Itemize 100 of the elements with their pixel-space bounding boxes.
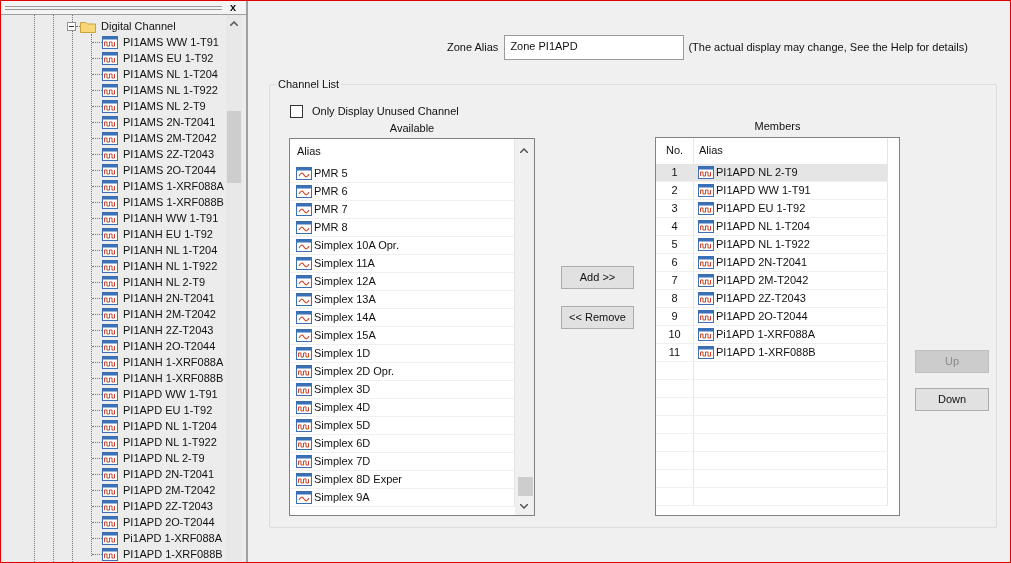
tree-item[interactable]: PI1AMS 2Z-T2043 [123, 145, 215, 163]
scrollbar[interactable] [515, 138, 534, 515]
scroll-thumb[interactable] [227, 111, 241, 183]
list-item[interactable]: Simplex 5D [290, 416, 515, 435]
tree-item[interactable]: Pi1APD 1-XRF088A [123, 529, 223, 547]
tree-item[interactable]: PI1ANH WW 1-T91 [123, 209, 219, 227]
zone-alias-field[interactable]: Zone PI1APD [504, 35, 685, 60]
list-item[interactable]: Simplex 8D Exper [290, 470, 515, 489]
tree-item[interactable]: PI1APD 2M-T2042 [123, 481, 216, 499]
square-wave-icon [102, 323, 118, 337]
tree-item[interactable]: PI1APD 2O-T2044 [123, 513, 215, 531]
tree-item[interactable]: PI1APD WW 1-T91 [123, 385, 218, 403]
square-wave-icon [102, 451, 118, 465]
table-row[interactable]: 4 PI1APD NL 1-T204 [656, 217, 888, 236]
table-row[interactable]: 8 PI1APD 2Z-T2043 [656, 289, 888, 308]
tree-item[interactable]: PI1AMS NL 1-T204 [123, 65, 218, 83]
table-row[interactable]: 5 PI1APD NL 1-T922 [656, 235, 888, 254]
tree-item[interactable]: PI1ANH 1-XRF088B [123, 369, 224, 387]
sine-wave-icon [296, 220, 312, 234]
table-cell: 4 [656, 217, 694, 235]
square-wave-icon [102, 275, 118, 289]
tree-item[interactable]: PI1APD 2Z-T2043 [123, 497, 213, 515]
close-button[interactable]: x [230, 2, 242, 13]
tree-item[interactable]: PI1AMS 2M-T2042 [123, 129, 217, 147]
list-item[interactable]: Simplex 14A [290, 308, 515, 327]
tree-item[interactable]: PI1ANH 2N-T2041 [123, 289, 215, 307]
tree-item[interactable]: PI1AMS 2N-T2041 [123, 113, 216, 131]
list-item[interactable]: Simplex 4D [290, 398, 515, 417]
list-item[interactable]: Simplex 9A [290, 488, 515, 507]
tree-item[interactable]: PI1ANH NL 2-T9 [123, 273, 206, 291]
square-wave-icon [102, 67, 118, 81]
scroll-thumb[interactable] [518, 476, 533, 496]
tree-item[interactable]: Digital Channel [101, 17, 176, 35]
zone-alias-label: Zone Alias [447, 40, 499, 56]
tree-item[interactable]: PI1APD 2N-T2041 [123, 465, 215, 483]
tree-item[interactable]: PI1AMS NL 2-T9 [123, 97, 206, 115]
tree-item[interactable]: PI1APD NL 2-T9 [123, 449, 205, 467]
tree-item[interactable]: PI1ANH 2M-T2042 [123, 305, 216, 323]
sine-wave-icon [296, 490, 312, 504]
tree-item[interactable]: PI1AMS NL 1-T922 [123, 81, 218, 99]
list-item[interactable]: PMR 8 [290, 218, 515, 237]
tree-item[interactable]: PI1AMS 1-XRF088A [123, 177, 224, 195]
tree-item[interactable]: PI1AMS 2O-T2044 [123, 161, 216, 179]
list-item[interactable]: Simplex 15A [290, 326, 515, 345]
table-cell-text: PI1APD NL 1-T204 [716, 218, 810, 234]
tree-item[interactable]: PI1AMS EU 1-T92 [123, 49, 214, 67]
tree-item[interactable]: PI1ANH 2O-T2044 [123, 337, 216, 355]
tree-item[interactable]: PI1ANH 1-XRF088A [123, 353, 224, 371]
square-wave-icon [698, 273, 714, 287]
list-item[interactable]: Simplex 12A [290, 272, 515, 291]
tree-item[interactable]: PI1AMS 1-XRF088B [123, 193, 224, 211]
square-wave-icon [102, 371, 118, 385]
table-cell-text: PI1APD 2O-T2044 [716, 308, 808, 324]
square-wave-icon [102, 291, 118, 305]
scroll-up-icon[interactable] [520, 147, 528, 153]
tree-item[interactable]: PI1AMS WW 1-T91 [123, 33, 219, 51]
table-cell-text: PI1APD NL 1-T922 [716, 236, 810, 252]
add-button[interactable]: Add >> [561, 265, 634, 289]
collapse-toggle[interactable] [67, 21, 76, 31]
table-row[interactable]: 1 PI1APD NL 2-T9 [656, 163, 888, 182]
list-item[interactable]: Simplex 1D [290, 344, 515, 363]
table-row[interactable]: 3 PI1APD EU 1-T92 [656, 199, 888, 218]
scrollbar[interactable] [226, 15, 242, 562]
square-wave-icon [102, 307, 118, 321]
tree-item[interactable]: PI1APD NL 1-T922 [123, 433, 217, 451]
square-wave-icon [296, 382, 312, 396]
table-row[interactable]: 6 PI1APD 2N-T2041 [656, 253, 888, 272]
list-item[interactable]: Simplex 7D [290, 452, 515, 471]
tree-item[interactable]: PI1ANH EU 1-T92 [123, 225, 213, 243]
tree-item[interactable]: PI1ANH 2Z-T2043 [123, 321, 214, 339]
tree-item[interactable]: PI1APD NL 1-T204 [123, 417, 217, 435]
scroll-up-icon[interactable] [230, 21, 238, 26]
checkbox[interactable] [290, 104, 303, 118]
table-row[interactable]: 2 PI1APD WW 1-T91 [656, 181, 888, 200]
down-button[interactable]: Down [915, 387, 989, 411]
sine-wave-icon [296, 202, 312, 216]
tree-item[interactable]: PI1ANH NL 1-T204 [123, 241, 218, 259]
list-item[interactable]: PMR 5 [290, 164, 515, 183]
square-wave-icon [296, 364, 312, 378]
list-item[interactable]: PMR 6 [290, 182, 515, 201]
list-item[interactable]: Simplex 6D [290, 434, 515, 453]
tree-item[interactable]: PI1APD 1-XRF088B [123, 545, 223, 563]
list-item[interactable]: Simplex 13A [290, 290, 515, 309]
tree-item[interactable]: PI1ANH NL 1-T922 [123, 257, 218, 275]
table-row[interactable]: 7 PI1APD 2M-T2042 [656, 271, 888, 290]
list-item[interactable]: Simplex 10A Opr. [290, 236, 515, 255]
table-row[interactable]: 11 PI1APD 1-XRF088B [656, 343, 888, 362]
table-cell-text: PI1APD 2M-T2042 [716, 272, 809, 288]
list-item[interactable]: PMR 7 [290, 200, 515, 219]
tree-item[interactable]: PI1APD EU 1-T92 [123, 401, 213, 419]
square-wave-icon [102, 387, 118, 401]
square-wave-icon [102, 435, 118, 449]
table-row[interactable]: 9 PI1APD 2O-T2044 [656, 307, 888, 326]
remove-button[interactable]: << Remove [561, 305, 634, 329]
table-row[interactable]: 10 Pi1APD 1-XRF088A [656, 325, 888, 344]
scroll-down-icon[interactable] [520, 503, 528, 509]
list-item[interactable]: Simplex 3D [290, 380, 515, 399]
list-item[interactable]: Simplex 11A [290, 254, 515, 273]
list-item[interactable]: Simplex 2D Opr. [290, 362, 515, 381]
square-wave-icon [102, 419, 118, 433]
